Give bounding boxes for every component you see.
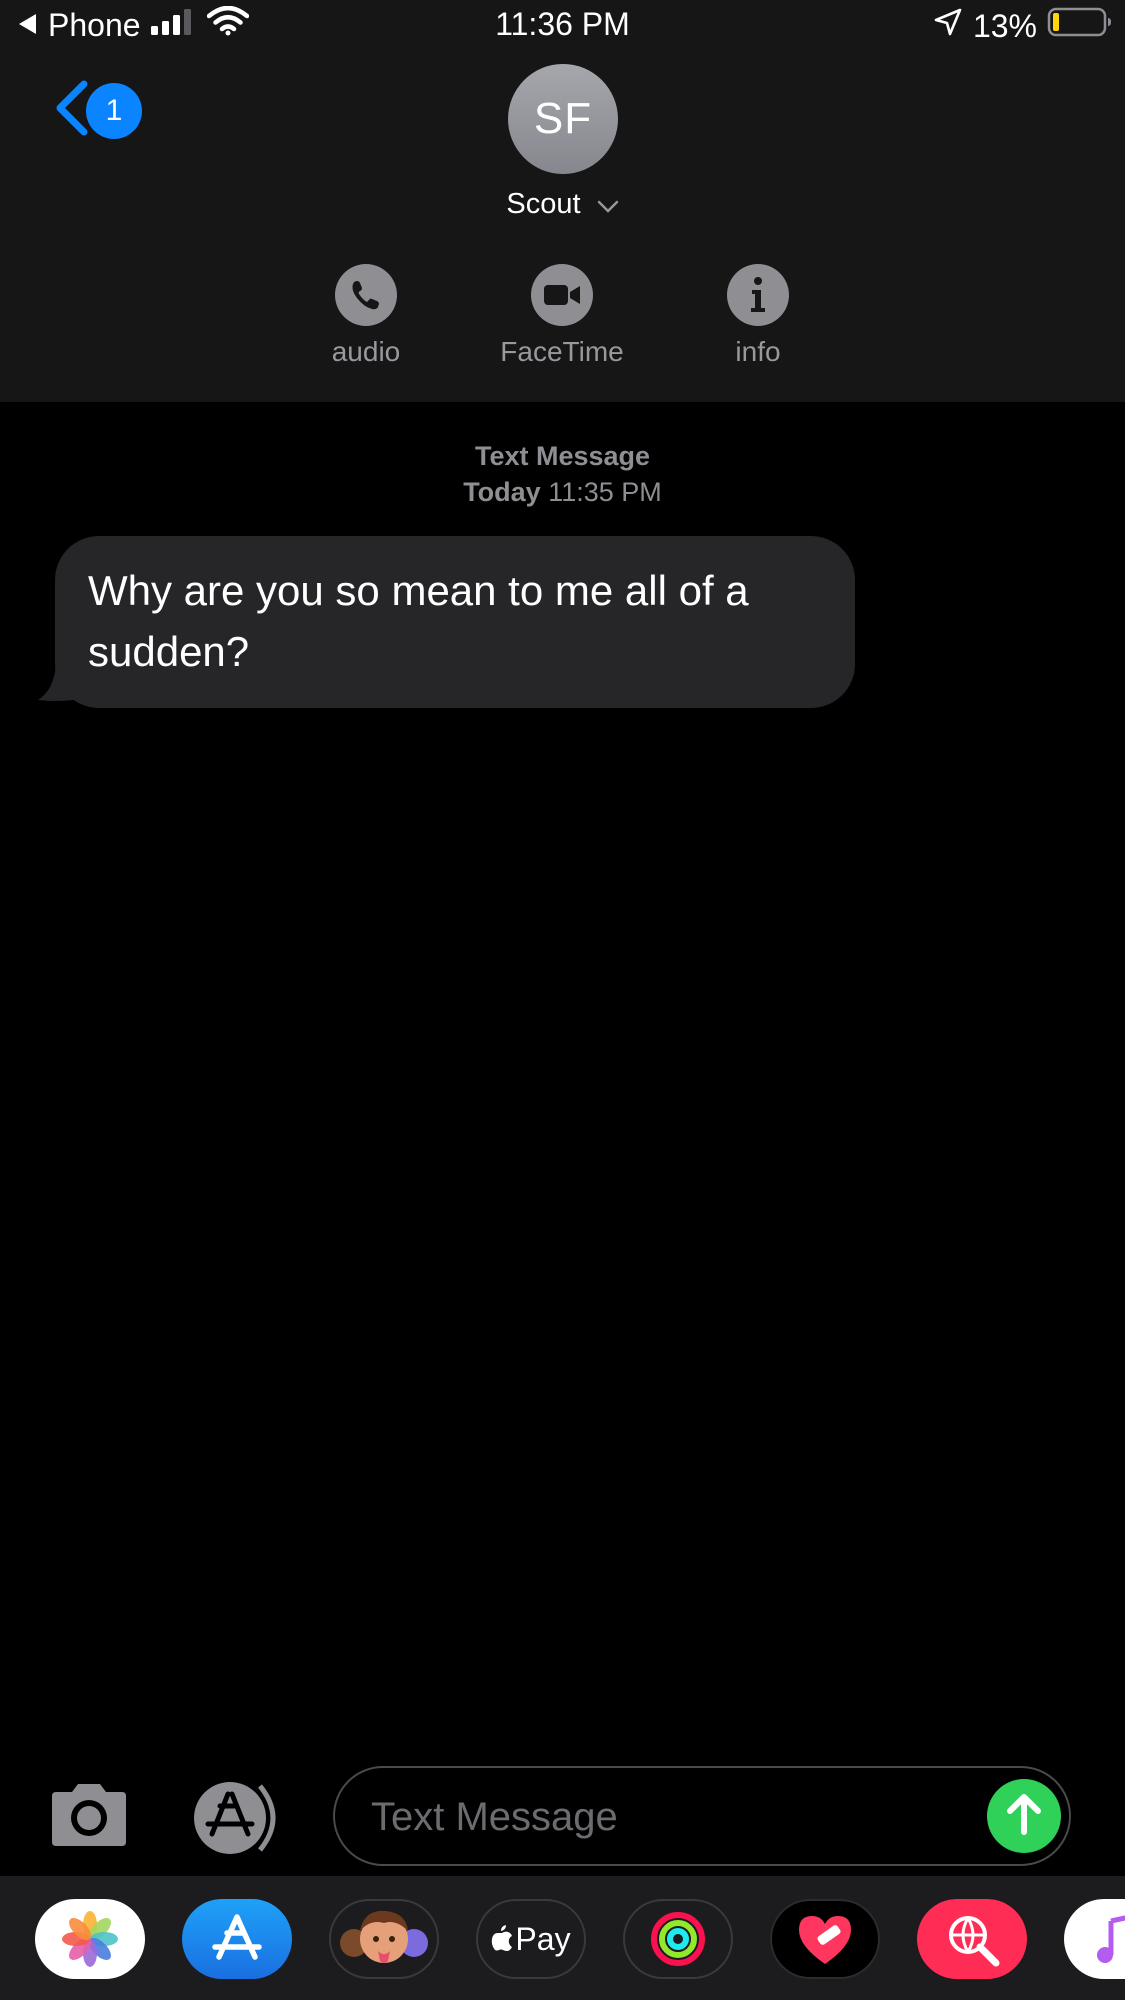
phone-icon bbox=[335, 264, 397, 326]
heart-sticker-app-icon[interactable] bbox=[770, 1899, 880, 1979]
message-input[interactable] bbox=[371, 1788, 971, 1846]
audio-label: audio bbox=[331, 336, 401, 367]
time-label: 11:35 PM bbox=[548, 477, 662, 507]
status-right: 13% bbox=[933, 6, 1113, 46]
unread-badge: 1 bbox=[86, 82, 142, 139]
contact-name: Scout bbox=[506, 188, 581, 220]
app-store-app-icon[interactable] bbox=[182, 1899, 292, 1979]
app-drawer: Pay bbox=[0, 1876, 1125, 2000]
status-bar: Phone 11:36 PM 13% bbox=[0, 0, 1125, 52]
memoji-app-icon[interactable] bbox=[329, 1899, 439, 1979]
contact-name-button[interactable]: Scout bbox=[0, 188, 1125, 222]
send-button[interactable] bbox=[987, 1779, 1061, 1853]
battery-icon bbox=[1047, 6, 1113, 46]
back-button[interactable]: 1 bbox=[50, 78, 142, 143]
apple-logo-icon bbox=[491, 1923, 513, 1956]
contact-avatar[interactable]: SF bbox=[508, 64, 618, 174]
message-input-container bbox=[333, 1766, 1071, 1866]
location-arrow-icon bbox=[933, 7, 963, 45]
music-app-icon[interactable] bbox=[1064, 1899, 1125, 1979]
video-icon bbox=[531, 264, 593, 326]
app-store-icon bbox=[190, 1782, 290, 1860]
arrow-up-icon bbox=[1004, 1792, 1044, 1841]
apple-pay-label: Pay bbox=[515, 1920, 571, 1957]
info-label: info bbox=[735, 336, 781, 367]
day-label: Today bbox=[463, 477, 541, 507]
apple-pay-app-icon[interactable]: Pay bbox=[476, 1899, 586, 1979]
battery-percent: 13% bbox=[972, 7, 1037, 44]
camera-button[interactable] bbox=[46, 1782, 132, 1853]
conversation-header: Phone 11:36 PM 13% 1 SF Scout audio Face… bbox=[0, 0, 1125, 402]
facetime-button[interactable]: FaceTime bbox=[487, 264, 637, 368]
info-button[interactable]: info bbox=[683, 264, 833, 368]
activity-app-icon[interactable] bbox=[623, 1899, 733, 1979]
incoming-message-bubble[interactable]: Why are you so mean to me all of a sudde… bbox=[55, 536, 855, 708]
audio-call-button[interactable]: audio bbox=[291, 264, 441, 368]
chevron-down-icon bbox=[597, 189, 619, 222]
apps-button[interactable] bbox=[190, 1780, 290, 1861]
web-search-app-icon[interactable] bbox=[917, 1899, 1027, 1979]
service-label: Text Message bbox=[474, 441, 651, 471]
photos-app-icon[interactable] bbox=[35, 1899, 145, 1979]
info-icon bbox=[727, 264, 789, 326]
camera-icon bbox=[46, 1784, 132, 1852]
message-timestamp: Text Message Today 11:35 PM bbox=[0, 438, 1125, 510]
facetime-label: FaceTime bbox=[500, 336, 624, 367]
